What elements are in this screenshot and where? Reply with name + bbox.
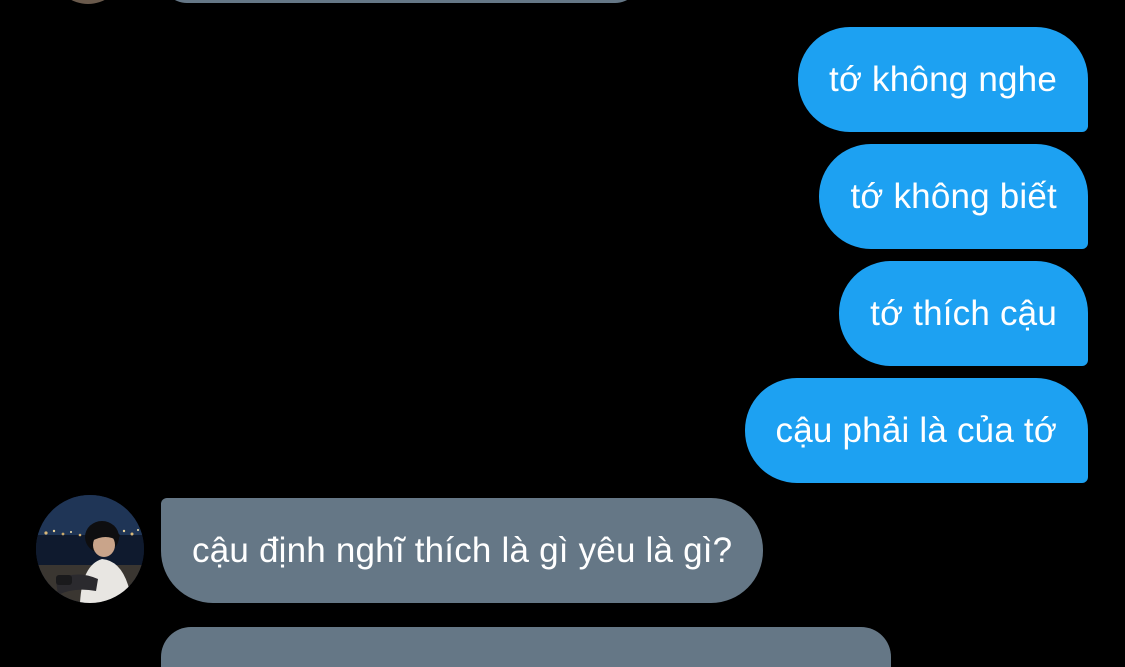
- next-incoming-bubble-partial[interactable]: [161, 627, 891, 667]
- message-text: tớ không biết: [850, 176, 1057, 216]
- outgoing-message-bubble[interactable]: tớ không biết: [819, 144, 1088, 249]
- user-avatar-photo-icon[interactable]: [36, 495, 144, 603]
- outgoing-message-bubble[interactable]: tớ thích cậu: [839, 261, 1088, 366]
- outgoing-message-bubble[interactable]: tớ không nghe: [798, 27, 1088, 132]
- message-text: tớ thích cậu: [870, 293, 1057, 333]
- previous-incoming-bubble-partial[interactable]: [161, 0, 641, 3]
- outgoing-message-bubble[interactable]: cậu phải là của tớ: [744, 378, 1088, 483]
- message-text: tớ không nghe: [829, 59, 1057, 99]
- message-text: cậu định nghĩ thích là gì yêu là gì?: [192, 530, 733, 570]
- previous-avatar-partial: [58, 0, 118, 4]
- chat-thread: tớ không nghe tớ không biết tớ thích cậu…: [0, 0, 1125, 667]
- message-text: cậu phải là của tớ: [775, 410, 1057, 450]
- incoming-message-bubble[interactable]: cậu định nghĩ thích là gì yêu là gì?: [161, 498, 764, 603]
